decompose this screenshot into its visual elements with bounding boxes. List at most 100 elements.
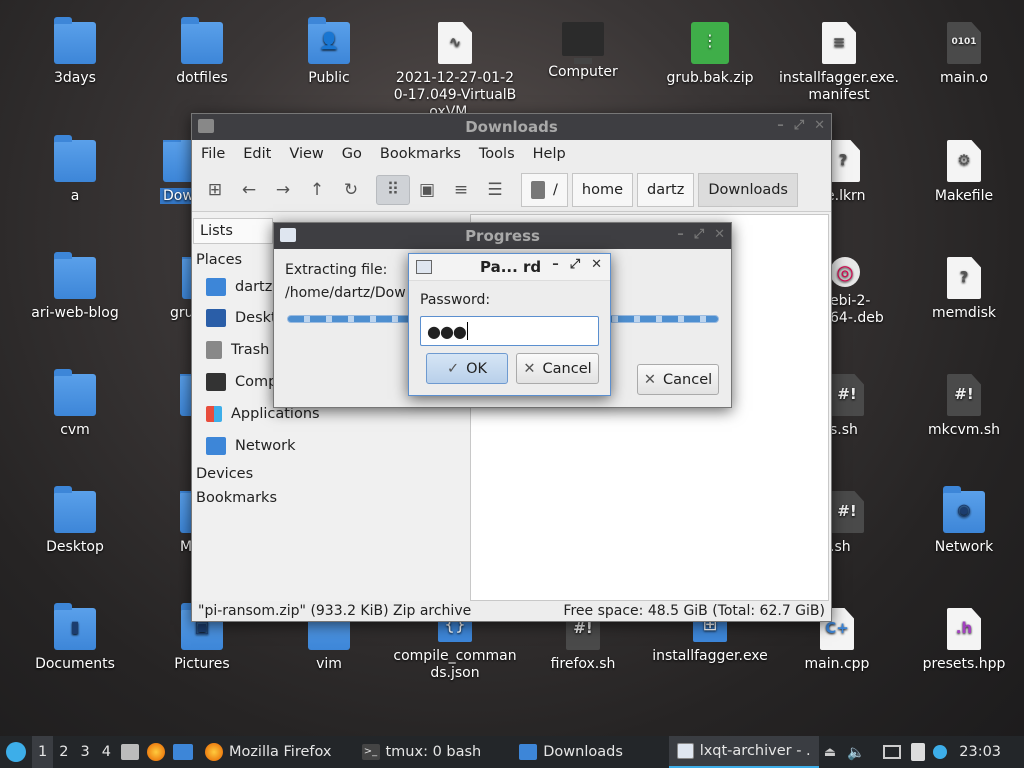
maximize-icon[interactable]: ⤢	[570, 257, 580, 272]
close-icon[interactable]: ✕	[814, 118, 825, 133]
desktop-icon-lkrn[interactable]: ? e.lkrn	[826, 140, 886, 205]
clock[interactable]: 23:03	[951, 736, 1005, 768]
up-icon[interactable]: ↑	[300, 175, 334, 205]
tray-up-arrow[interactable]: ⏏	[819, 736, 841, 768]
menu-view[interactable]: View	[280, 146, 332, 162]
menu-go[interactable]: Go	[333, 146, 371, 162]
desktop-icon-grub-zip[interactable]: ⋮ grub.bak.zip	[654, 22, 766, 87]
password-cancel-button[interactable]: ✕ Cancel	[516, 353, 599, 384]
path-home[interactable]: home	[571, 172, 633, 207]
forward-icon[interactable]: →	[266, 175, 300, 205]
desktop-icon	[206, 309, 226, 327]
folder-icon	[163, 140, 191, 182]
quicklaunch-firefox[interactable]	[143, 736, 169, 768]
progress-titlebar[interactable]: Progress – ⤢ ✕	[274, 223, 731, 249]
update-tray-button[interactable]	[929, 736, 951, 768]
sidebar-item-network[interactable]: Network	[192, 430, 469, 462]
back-icon[interactable]: ←	[232, 175, 266, 205]
desktop-icon-network[interactable]: ◉ Network	[908, 486, 1020, 556]
firefox-icon	[204, 743, 223, 761]
password-titlebar[interactable]: Pa... rd – ⤢ ✕	[409, 254, 610, 281]
toolbar: ⊞ ← → ↑ ↻ ⠿ ▣ ≡ ☰ / home dartz Downloads	[192, 168, 831, 212]
desktop-icon-makefile[interactable]: ⚙ Makefile	[908, 140, 1020, 205]
task-downloads[interactable]: Downloads	[511, 736, 631, 768]
status-selection: "pi-ransom.zip" (933.2 KiB) Zip archive	[198, 603, 472, 619]
menu-edit[interactable]: Edit	[234, 146, 280, 162]
path-root[interactable]: /	[521, 172, 568, 207]
maximize-icon[interactable]: ⤢	[694, 227, 704, 242]
desktop-icon-sh[interactable]: #! .sh	[830, 491, 870, 556]
task-lxqt-archiver[interactable]: lxqt-archiver - ...	[668, 736, 819, 768]
icon-view-icon[interactable]: ⠿	[376, 174, 410, 205]
zip-file-icon: ⋮	[691, 22, 729, 64]
close-icon[interactable]: ✕	[714, 227, 725, 242]
workspace-2[interactable]: 2	[53, 736, 74, 768]
menu-tools[interactable]: Tools	[470, 146, 524, 162]
desktop-icon-3days[interactable]: 3days	[19, 17, 131, 87]
home-icon	[206, 278, 226, 296]
desktop-icon-computer[interactable]: Computer	[527, 22, 639, 81]
desktop-icon-deb[interactable]: ◎ ebi-2-64-.deb	[830, 257, 896, 327]
quicklaunch-archiver[interactable]	[117, 736, 143, 768]
desktop-icon-dotfiles[interactable]: dotfiles	[146, 17, 258, 87]
desktop-icon-mkcvm[interactable]: #! mkcvm.sh	[908, 374, 1020, 439]
desktop-icon-main-o[interactable]: 0101 main.o	[908, 22, 1020, 87]
password-input[interactable]: ●●●	[420, 316, 599, 346]
path-dartz[interactable]: dartz	[637, 172, 695, 207]
menu-file[interactable]: File	[192, 146, 234, 162]
unknown-file-icon: ?	[947, 257, 981, 299]
menu-bookmarks[interactable]: Bookmarks	[371, 146, 470, 162]
folder-icon	[54, 252, 96, 299]
desktop-icon-virtualbox-log[interactable]: ∿ 2021-12-27-01-20-17.049-VirtualBoxVM..…	[393, 22, 517, 114]
compact-view-icon[interactable]: ≡	[444, 175, 478, 205]
desktop-icon-desktop[interactable]: Desktop	[19, 486, 131, 556]
desktop-icon-presets-hpp[interactable]: .h presets.hpp	[908, 608, 1020, 673]
desktop-icon-installfagger-manifest[interactable]: ≡ installfagger.exe.manifest	[774, 22, 904, 104]
network-tray-button[interactable]	[877, 736, 907, 768]
computer-icon	[206, 373, 226, 391]
minimize-icon[interactable]: –	[677, 227, 684, 242]
archiver-icon	[676, 743, 694, 759]
desktop-icon-documents[interactable]: ▮ Documents	[19, 603, 131, 673]
folder-icon	[54, 135, 96, 182]
desktop-icon-a[interactable]: a	[19, 135, 131, 205]
volume-button[interactable]: 🔈	[841, 736, 871, 768]
new-tab-icon[interactable]: ⊞	[198, 175, 232, 205]
bookmarks-header[interactable]: Bookmarks	[192, 486, 469, 510]
task-firefox[interactable]: Mozilla Firefox	[197, 736, 340, 768]
task-tmux[interactable]: >_ tmux: 0 bash	[354, 736, 490, 768]
detail-view-icon[interactable]: ☰	[478, 175, 512, 205]
minimize-icon[interactable]: –	[777, 118, 784, 133]
file-manager-titlebar[interactable]: Downloads – ⤢ ✕	[192, 114, 831, 140]
quicklaunch-files[interactable]	[169, 736, 197, 768]
thumbnail-view-icon[interactable]: ▣	[410, 175, 444, 205]
maximize-icon[interactable]: ⤢	[794, 118, 804, 133]
path-downloads[interactable]: Downloads	[698, 172, 798, 207]
cancel-icon: ✕	[643, 371, 657, 388]
desktop-icon-memdisk[interactable]: ? memdisk	[908, 257, 1020, 322]
workspace-3[interactable]: 3	[74, 736, 95, 768]
clipboard-icon	[911, 743, 926, 761]
desktop-icon-public[interactable]: 👤 Public	[273, 17, 385, 87]
extracting-label: Extracting file:	[285, 262, 388, 278]
desktop-icon-s-sh[interactable]: #! s.sh	[830, 374, 870, 439]
workspace-1[interactable]: 1	[32, 736, 54, 768]
ok-button[interactable]: ✓ OK	[426, 353, 508, 384]
sidebar-mode-select[interactable]: Lists	[193, 218, 273, 244]
clipboard-tray-button[interactable]	[907, 736, 929, 768]
desktop-icon-ari-web-blog[interactable]: ari-web-blog	[19, 252, 131, 322]
minimize-icon[interactable]: –	[552, 257, 559, 272]
reload-icon[interactable]: ↻	[334, 175, 368, 205]
desktop-icon-grub[interactable]: gru	[170, 257, 192, 322]
progress-cancel-button[interactable]: ✕ Cancel	[637, 364, 719, 395]
desktop-icon-cvm[interactable]: cvm	[19, 369, 131, 439]
devices-header[interactable]: Devices	[192, 462, 469, 486]
menu-help[interactable]: Help	[524, 146, 575, 162]
folder-icon: ▮	[54, 603, 96, 650]
close-icon[interactable]: ✕	[591, 257, 602, 272]
start-menu-button[interactable]	[0, 736, 32, 768]
workspace-4[interactable]: 4	[96, 736, 117, 768]
debian-package-icon: ◎	[830, 257, 860, 287]
status-free-space: Free space: 48.5 GiB (Total: 62.7 GiB)	[563, 603, 825, 619]
desktop-icon-downloads[interactable]: Dow	[145, 140, 191, 205]
